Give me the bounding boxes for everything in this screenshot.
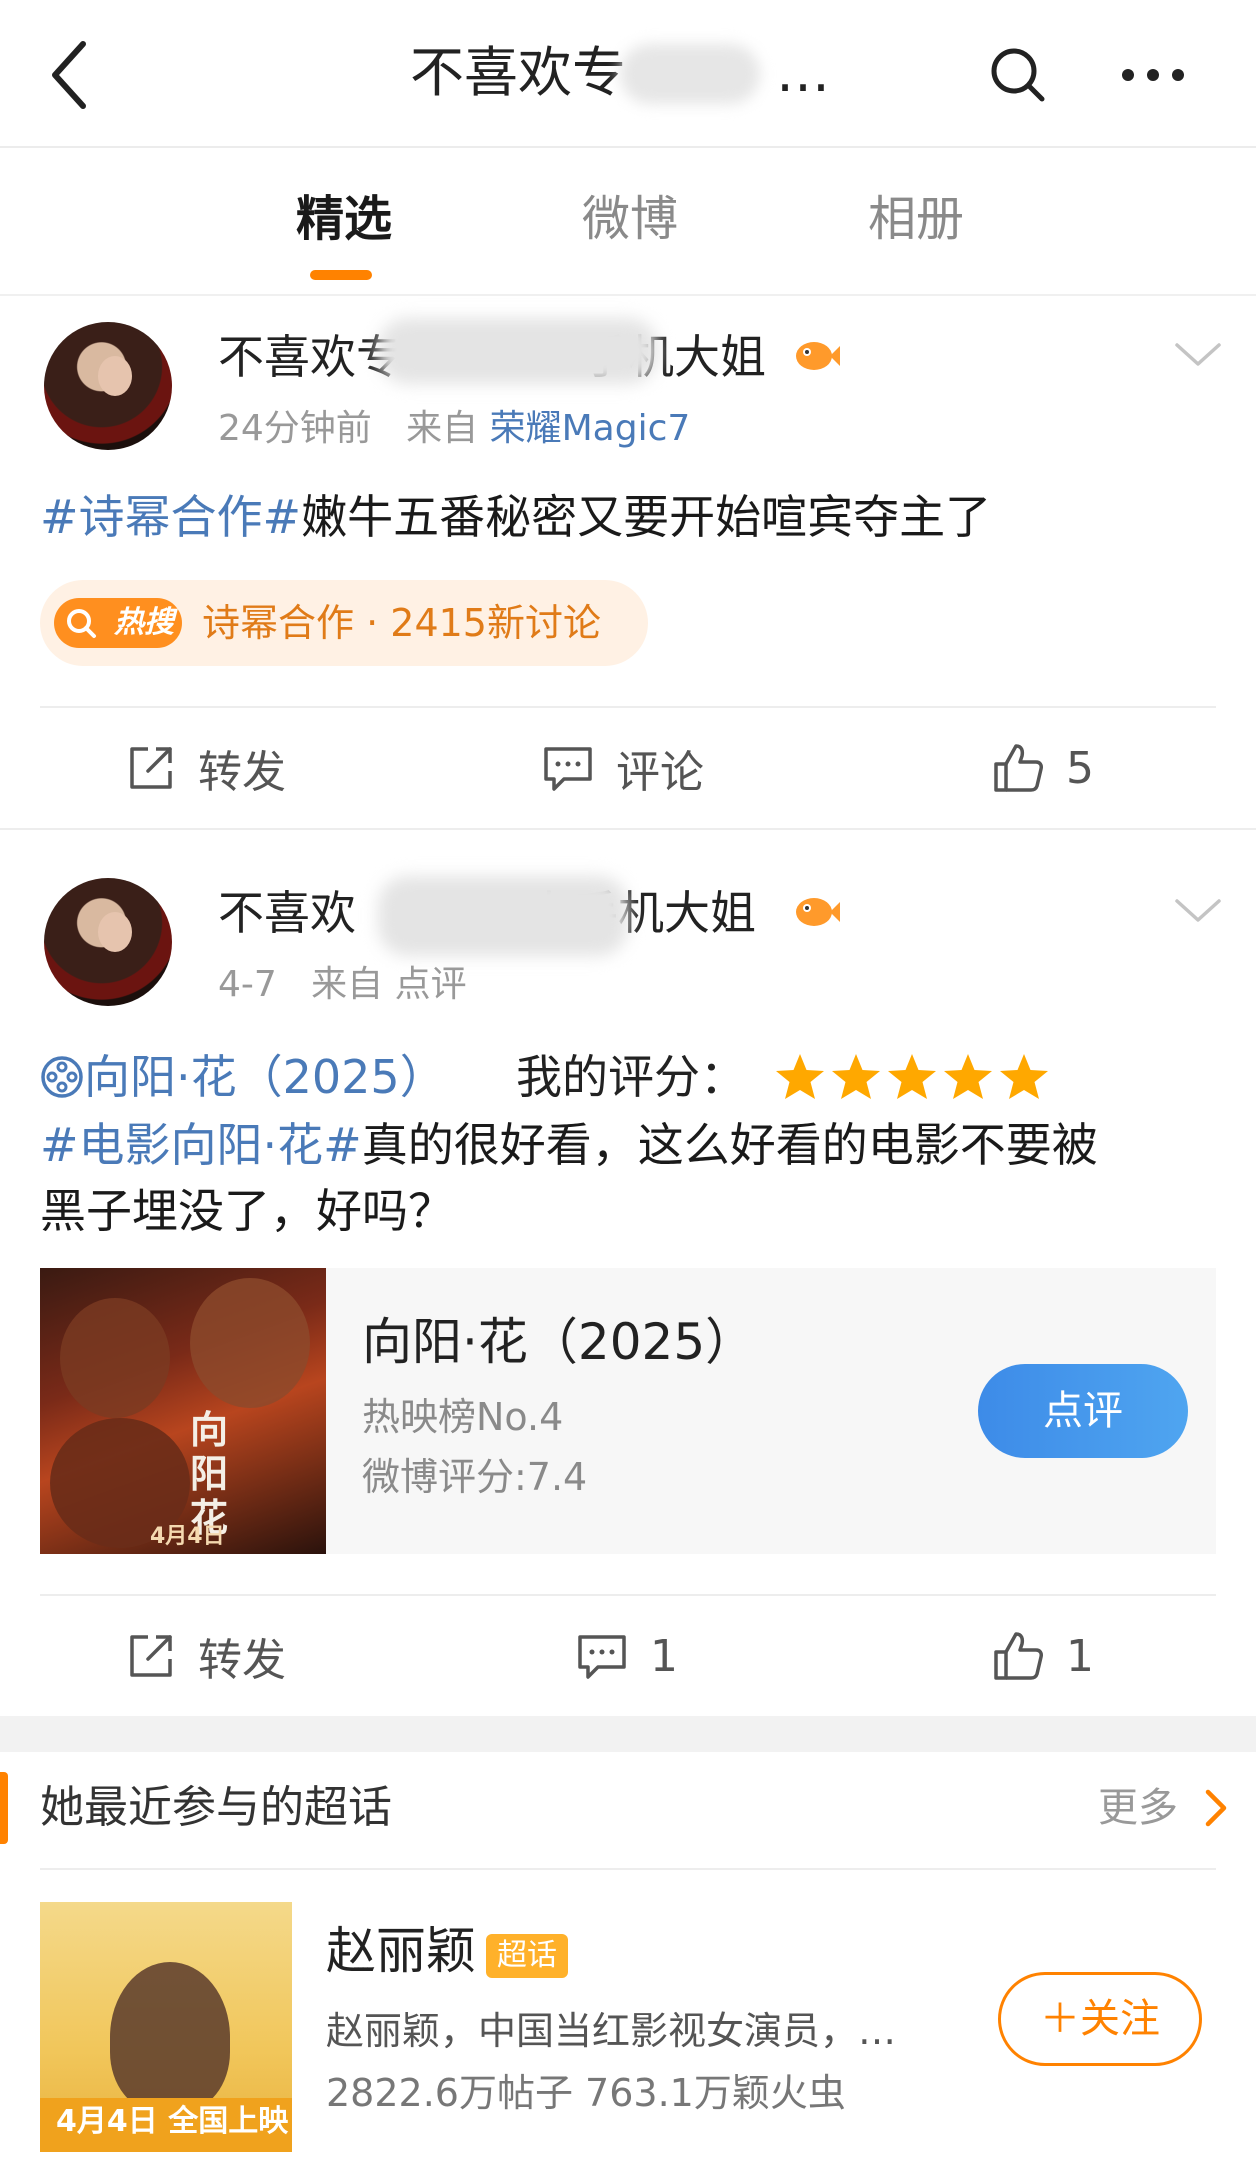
movie-score: 微博评分:7.4 <box>362 1455 588 1499</box>
star-icon <box>888 1054 936 1099</box>
repost-icon <box>130 747 172 789</box>
movie-card[interactable]: 向阳花 4月4日 向阳·花（2025） 热映榜No.4 微博评分:7.4 点评 <box>40 1268 1216 1554</box>
movie-poster: 向阳花 4月4日 <box>40 1268 326 1554</box>
post-text-continued: 黑子埋没了，好吗？ <box>40 1184 454 1238</box>
repost-icon <box>130 1635 172 1677</box>
chevron-down-icon <box>1175 343 1221 366</box>
star-icon <box>832 1054 880 1099</box>
chevron-down-icon <box>1175 899 1221 922</box>
my-rating-label: 我的评分： <box>516 1050 746 1104</box>
blurred-name-region <box>378 318 658 384</box>
avatar[interactable] <box>44 322 172 450</box>
search-icon <box>991 48 1045 102</box>
more-button[interactable] <box>1110 34 1196 116</box>
hot-search-pill[interactable]: 热搜 诗幂合作 · 2415新讨论 <box>40 580 648 666</box>
more-link[interactable]: 更多 <box>1098 1778 1178 1838</box>
rating-stars <box>774 1052 1050 1102</box>
post-menu-button[interactable] <box>1168 330 1228 380</box>
like-button[interactable]: 5 <box>992 708 1094 828</box>
blurred-name-region <box>620 44 760 104</box>
fish-badge-icon <box>796 898 840 926</box>
star-icon <box>1000 1054 1048 1099</box>
movie-review-link[interactable]: 向阳·花（2025） <box>40 1044 446 1110</box>
post-action-bar: 转发 1 1 <box>40 1596 1216 1716</box>
search-button[interactable] <box>975 34 1061 116</box>
top-navigation-bar: 不喜欢专… <box>0 0 1256 148</box>
more-horizontal-icon <box>1122 69 1184 81</box>
post-action-bar: 转发 评论 5 <box>40 708 1216 828</box>
repost-button[interactable]: 转发 <box>126 708 286 828</box>
hot-search-badge: 热搜 <box>54 598 182 648</box>
movie-rank: 热映榜No.4 <box>362 1395 564 1439</box>
post-source-link[interactable]: 荣耀Magic7 <box>490 408 691 449</box>
like-button[interactable]: 1 <box>992 1596 1094 1716</box>
blurred-name-region <box>378 876 628 956</box>
follow-button[interactable]: ＋关注 <box>998 1972 1202 2066</box>
super-topic-name[interactable]: 赵丽颖 <box>326 1918 476 1984</box>
post-menu-button[interactable] <box>1168 886 1228 936</box>
tab-selected[interactable]: 精选 <box>296 186 392 252</box>
cover-text: 4月4日 全国上映 <box>56 2104 289 2139</box>
post-source-link[interactable]: 点评 <box>395 964 467 1005</box>
post-meta: 24分钟前 来自 荣耀Magic7 <box>218 408 691 449</box>
post-meta: 4-7 来自 点评 <box>218 964 467 1005</box>
topic-link[interactable]: #电影向阳·花# <box>40 1118 362 1172</box>
film-reel-icon <box>41 1056 83 1098</box>
comment-button[interactable]: 评论 <box>542 708 704 828</box>
super-topic-tag: 超话 <box>486 1934 568 1978</box>
post-text: #电影向阳·花#真的很好看，这么好看的电影不要被 <box>40 1118 1098 1172</box>
fish-badge-icon <box>796 342 840 370</box>
topic-link[interactable]: #诗幂合作# <box>40 490 301 544</box>
poster-date: 4月4日 <box>150 1524 225 1549</box>
comment-button[interactable]: 1 <box>576 1596 678 1716</box>
star-icon <box>776 1054 824 1099</box>
profile-tabs: 精选 微博 相册 <box>0 150 1256 296</box>
super-topic-stats: 2822.6万帖子 763.1万颖火虫 <box>326 2071 846 2115</box>
tab-weibo[interactable]: 微博 <box>582 186 678 252</box>
section-title: 她最近参与的超话 <box>40 1782 392 1833</box>
hot-search-text: 诗幂合作 · 2415新讨论 <box>202 601 601 645</box>
post-text: #诗幂合作#嫩牛五番秘密又要开始喧宾夺主了 <box>40 490 992 544</box>
super-topic-description: 赵丽颖，中国当红影视女演员，… <box>326 2009 897 2053</box>
section-separator <box>0 1716 1256 1752</box>
chevron-left-icon <box>52 41 86 109</box>
divider <box>40 1868 1216 1870</box>
comment-icon <box>578 1635 626 1679</box>
comment-icon <box>544 747 592 791</box>
review-button[interactable]: 点评 <box>978 1364 1188 1458</box>
back-button[interactable] <box>34 30 104 120</box>
avatar[interactable] <box>44 878 172 1006</box>
divider <box>0 828 1256 830</box>
tab-album[interactable]: 相册 <box>868 186 964 252</box>
thumbs-up-icon <box>994 1632 1043 1680</box>
section-accent-bar <box>0 1772 8 1844</box>
search-icon <box>67 609 96 638</box>
active-tab-indicator <box>310 270 372 280</box>
super-topic-cover[interactable]: 4月4日 全国上映 <box>40 1902 292 2152</box>
thumbs-up-icon <box>994 744 1043 792</box>
repost-button[interactable]: 转发 <box>126 1596 286 1716</box>
star-icon <box>944 1054 992 1099</box>
chevron-right-icon[interactable] <box>1200 1786 1232 1830</box>
movie-title: 向阳·花（2025） <box>362 1313 756 1371</box>
